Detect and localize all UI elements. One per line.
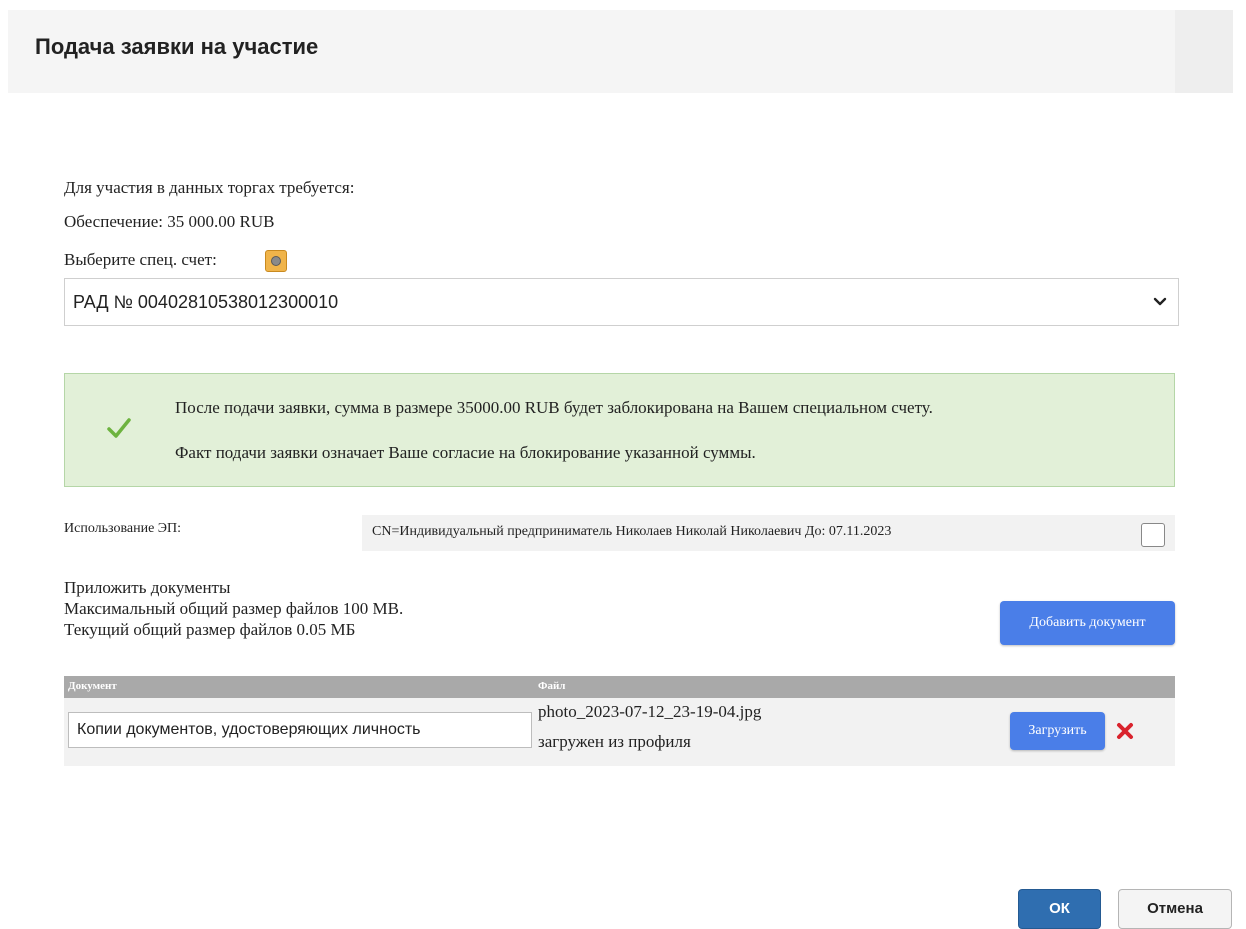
deposit-value: 35 000.00 RUB [167, 212, 275, 231]
signature-label: Использование ЭП: [64, 521, 182, 536]
requirements-intro: Для участия в данных торгах требуется: [64, 178, 355, 197]
attachments-heading: Приложить документы [64, 578, 231, 597]
chevron-down-icon [1153, 297, 1167, 306]
signature-certificate: CN=Индивидуальный предприниматель Никола… [372, 524, 892, 539]
column-header-document: Документ [68, 680, 117, 692]
notice-line-1: После подачи заявки, сумма в размере 350… [175, 398, 933, 417]
documents-table: Документ Файл Копии документов, удостове… [64, 676, 1175, 766]
deposit-label: Обеспечение: [64, 212, 163, 231]
account-select-value: РАД № 00402810538012300010 [73, 292, 339, 312]
help-icon-dot [271, 256, 281, 266]
delete-icon[interactable] [1116, 722, 1134, 740]
header-side-strip [1175, 10, 1233, 93]
notice-line-2: Факт подачи заявки означает Ваше согласи… [175, 443, 756, 462]
upload-button[interactable]: Загрузить [1010, 712, 1105, 750]
ok-button[interactable]: ОК [1018, 889, 1101, 929]
help-icon[interactable] [265, 250, 287, 272]
column-header-file: Файл [538, 680, 566, 692]
signature-checkbox[interactable] [1141, 523, 1165, 547]
dialog-title: Подача заявки на участие [35, 34, 319, 59]
dialog-header: Подача заявки на участие [8, 10, 1233, 93]
check-icon [107, 418, 131, 438]
table-header: Документ Файл [64, 676, 1175, 698]
file-name: photo_2023-07-12_23-19-04.jpg [538, 702, 762, 721]
file-source: загружен из профиля [538, 732, 691, 751]
signature-certificate-box: CN=Индивидуальный предприниматель Никола… [362, 515, 1175, 551]
add-document-button[interactable]: Добавить документ [1000, 601, 1175, 645]
account-select[interactable]: РАД № 00402810538012300010 [64, 278, 1179, 326]
attachments-max-size: Максимальный общий размер файлов 100 MB. [64, 599, 404, 618]
deposit-line: Обеспечение: 35 000.00 RUB [64, 212, 274, 232]
attachments-current-size: Текущий общий размер файлов 0.05 МБ [64, 620, 356, 639]
blocking-notice: После подачи заявки, сумма в размере 350… [64, 373, 1175, 487]
cancel-button[interactable]: Отмена [1118, 889, 1232, 929]
document-name-input[interactable]: Копии документов, удостоверяющих личност… [68, 712, 532, 748]
account-label: Выберите спец. счет: [64, 250, 217, 269]
table-row: Копии документов, удостоверяющих личност… [64, 698, 1175, 766]
